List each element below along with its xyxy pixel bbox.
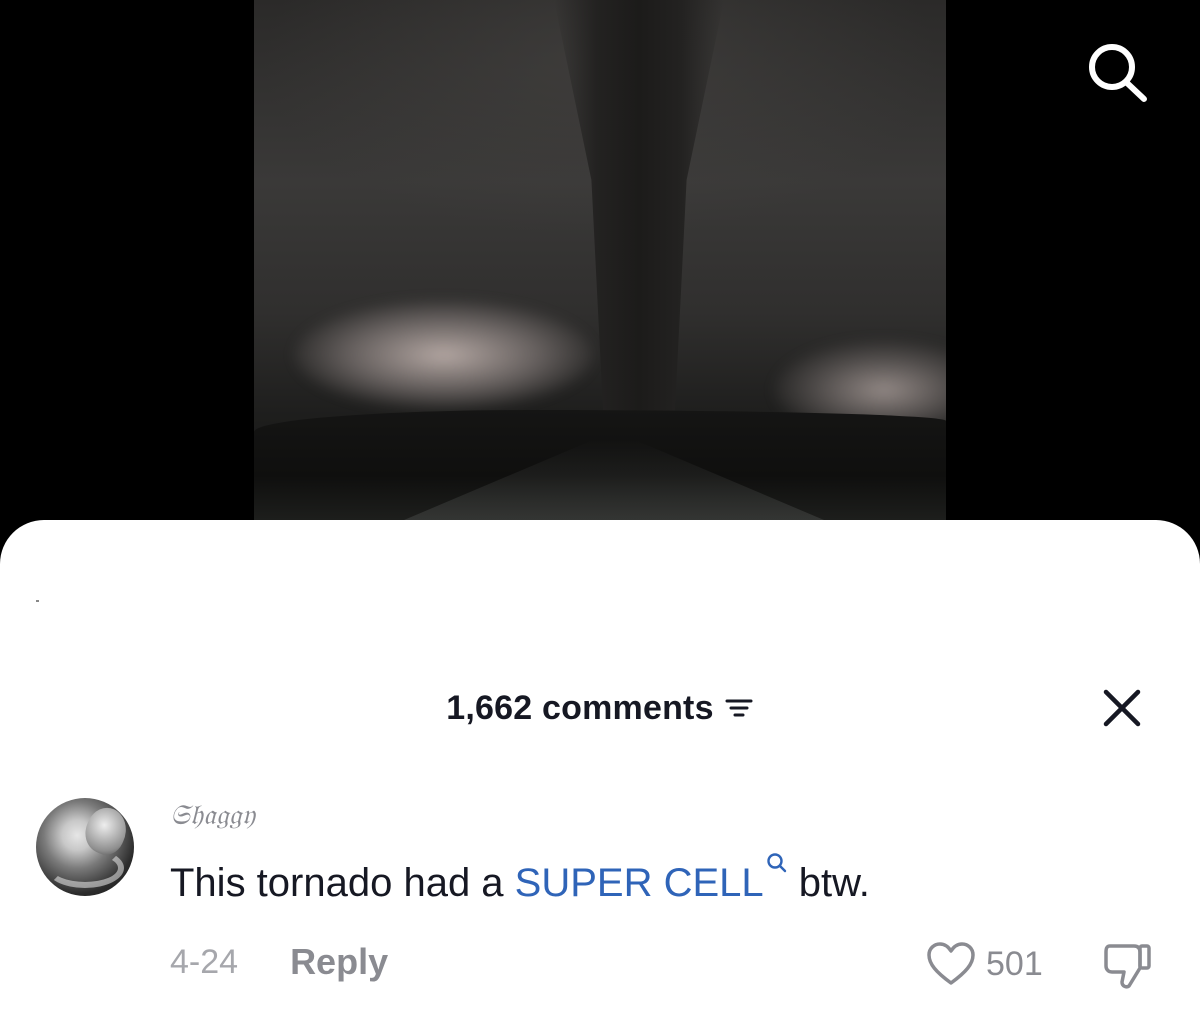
sort-lines-icon[interactable] <box>724 693 754 723</box>
close-icon[interactable] <box>1100 686 1144 730</box>
comment-date: 4-24 <box>170 942 239 981</box>
comments-count: 1,662 comments <box>446 688 714 727</box>
comment-text-before: This tornado had a <box>170 861 515 905</box>
drag-marker <box>36 600 39 602</box>
video-player[interactable] <box>0 0 1200 560</box>
lightning-glow <box>294 300 594 410</box>
search-icon[interactable] <box>1080 36 1152 108</box>
like-group: 501 <box>926 940 1043 988</box>
reply-button[interactable]: Reply <box>290 941 388 983</box>
avatar[interactable] <box>36 798 134 896</box>
thumbs-down-icon[interactable] <box>1100 940 1154 990</box>
search-keyword-link[interactable]: SUPER CELL <box>514 853 788 905</box>
like-count: 501 <box>986 944 1043 983</box>
comment-text-after: btw. <box>787 861 870 905</box>
search-keyword-label: SUPER CELL <box>514 861 764 905</box>
avatar-image-detail <box>46 848 124 888</box>
comment-username[interactable]: 𝔖𝔥𝔞𝔤𝔤𝔶 <box>170 798 255 832</box>
video-frame-tornado[interactable] <box>254 0 946 520</box>
comment-meta: 4-24 Reply <box>170 940 388 984</box>
comments-header: 1,662 comments <box>0 680 1200 736</box>
comments-sheet: 1,662 comments 𝔖𝔥𝔞𝔤𝔤𝔶 This tornado had a… <box>0 520 1200 1012</box>
comment-item: 𝔖𝔥𝔞𝔤𝔤𝔶 This tornado had a SUPER CELL btw… <box>0 780 1200 1000</box>
heart-icon[interactable] <box>926 941 976 987</box>
search-icon <box>766 853 786 873</box>
comment-text: This tornado had a SUPER CELL btw. <box>170 852 870 906</box>
